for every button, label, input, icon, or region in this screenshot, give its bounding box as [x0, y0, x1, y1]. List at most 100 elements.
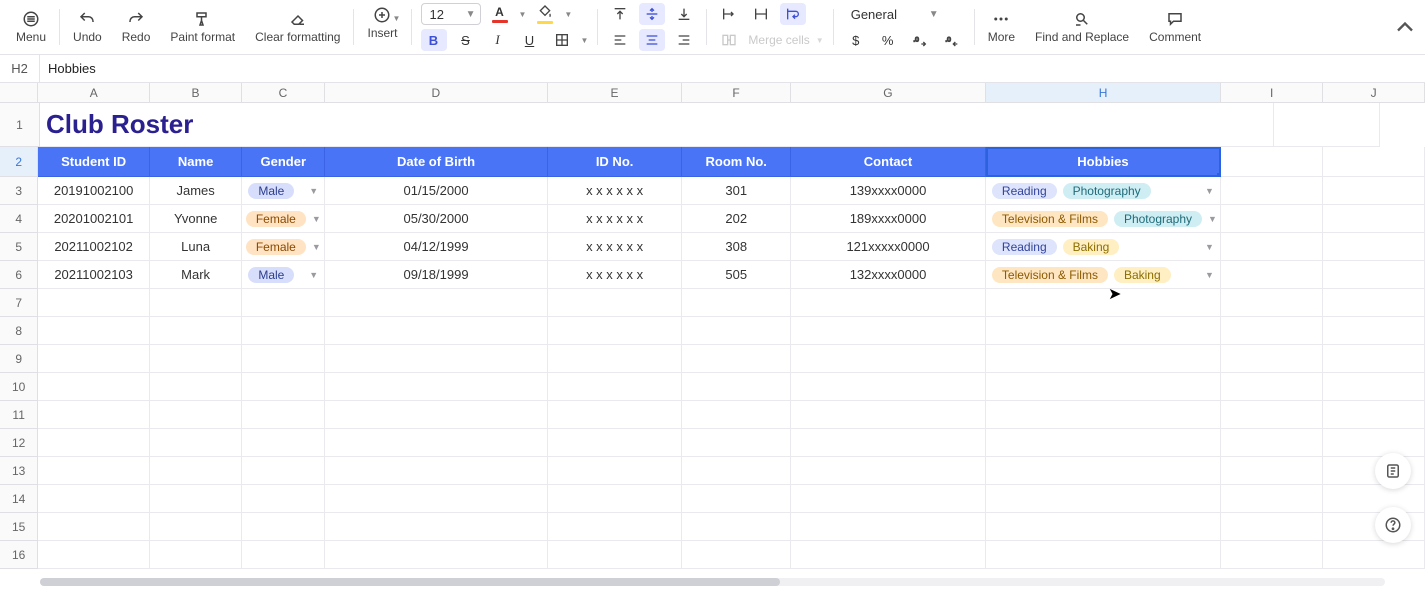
cell[interactable] — [548, 289, 683, 317]
cell-room[interactable]: 202 — [682, 205, 791, 233]
selection-handle[interactable] — [1217, 173, 1221, 177]
cell-contact[interactable]: 121xxxxx0000 — [791, 233, 986, 261]
column-header-H[interactable]: H — [986, 83, 1221, 103]
cell[interactable] — [150, 513, 242, 541]
cell[interactable] — [38, 345, 150, 373]
cell-dob[interactable]: 04/12/1999 — [325, 233, 548, 261]
percent-button[interactable]: % — [875, 29, 901, 51]
align-right-button[interactable] — [671, 29, 697, 51]
cell[interactable] — [150, 541, 242, 569]
cell[interactable] — [791, 373, 986, 401]
cell[interactable] — [986, 541, 1221, 569]
cell[interactable] — [682, 373, 791, 401]
cell[interactable] — [548, 485, 683, 513]
cell[interactable] — [791, 345, 986, 373]
decimal-increase-button[interactable]: .0 — [907, 29, 933, 51]
cell[interactable] — [38, 429, 150, 457]
column-header-G[interactable]: G — [791, 83, 986, 103]
align-center-button[interactable] — [639, 29, 665, 51]
row-header-4[interactable]: 4 — [0, 205, 38, 233]
row-header-11[interactable]: 11 — [0, 401, 38, 429]
currency-button[interactable]: $ — [843, 29, 869, 51]
row-header-7[interactable]: 7 — [0, 289, 38, 317]
cell[interactable] — [1221, 429, 1323, 457]
cell[interactable] — [1221, 485, 1323, 513]
cell-hobbies[interactable]: Television & FilmsPhotography▼ — [986, 205, 1221, 233]
cell[interactable] — [1221, 513, 1323, 541]
cell-room[interactable]: 301 — [682, 177, 791, 205]
cell[interactable] — [242, 457, 325, 485]
cell[interactable] — [1323, 401, 1425, 429]
number-format-select[interactable]: General ▼ — [843, 3, 943, 25]
cell-student-id[interactable]: 20211002103 — [38, 261, 150, 289]
cell[interactable] — [242, 541, 325, 569]
cell-name[interactable]: Mark — [150, 261, 242, 289]
cell[interactable] — [325, 513, 548, 541]
cell-dob[interactable]: 01/15/2000 — [325, 177, 548, 205]
cell[interactable] — [682, 429, 791, 457]
cell[interactable] — [1221, 457, 1323, 485]
cell-dob[interactable]: 05/30/2000 — [325, 205, 548, 233]
menu-button[interactable]: Menu — [6, 10, 56, 44]
cell[interactable] — [1221, 373, 1323, 401]
cell[interactable] — [325, 373, 548, 401]
cell[interactable] — [325, 345, 548, 373]
formula-input[interactable]: Hobbies — [40, 61, 96, 76]
cell[interactable] — [1323, 429, 1425, 457]
row-header-13[interactable]: 13 — [0, 457, 38, 485]
cell[interactable] — [242, 485, 325, 513]
header-cell-name[interactable]: Name — [150, 147, 242, 177]
cell[interactable] — [548, 345, 683, 373]
column-header-E[interactable]: E — [548, 83, 683, 103]
cell-gender[interactable]: Male▼ — [242, 177, 325, 205]
cell-idno[interactable]: x x x x x x — [548, 233, 683, 261]
cell-idno[interactable]: x x x x x x — [548, 205, 683, 233]
cell[interactable] — [682, 289, 791, 317]
chevron-down-icon[interactable]: ▼ — [564, 10, 572, 19]
valign-top-button[interactable] — [607, 3, 633, 25]
horizontal-scrollbar[interactable] — [0, 573, 1425, 591]
header-cell-gender[interactable]: Gender — [242, 147, 325, 177]
cell[interactable] — [38, 401, 150, 429]
cell[interactable] — [150, 401, 242, 429]
cell[interactable] — [325, 429, 548, 457]
row-header-10[interactable]: 10 — [0, 373, 38, 401]
cell[interactable] — [242, 345, 325, 373]
fill-color-button[interactable] — [532, 3, 558, 25]
cell-name[interactable]: Yvonne — [150, 205, 242, 233]
cell[interactable] — [1221, 147, 1323, 177]
cell[interactable] — [791, 401, 986, 429]
cell[interactable] — [1323, 373, 1425, 401]
cell[interactable] — [1221, 233, 1323, 261]
cell[interactable] — [548, 317, 683, 345]
title-cell[interactable]: Club Roster — [40, 103, 1168, 147]
cell[interactable] — [1274, 103, 1380, 147]
cell[interactable] — [242, 317, 325, 345]
cell[interactable] — [791, 429, 986, 457]
font-size-select[interactable]: 12 ▼ — [421, 3, 481, 25]
borders-button[interactable] — [549, 29, 575, 51]
cell[interactable] — [150, 429, 242, 457]
cell[interactable] — [548, 429, 683, 457]
cell-hobbies[interactable]: ReadingBaking▼ — [986, 233, 1221, 261]
cell-contact[interactable]: 132xxxx0000 — [791, 261, 986, 289]
valign-bottom-button[interactable] — [671, 3, 697, 25]
redo-button[interactable]: Redo — [112, 10, 161, 44]
cell[interactable] — [986, 317, 1221, 345]
cell-gender[interactable]: Female▼ — [242, 205, 325, 233]
header-cell-contact[interactable]: Contact — [791, 147, 986, 177]
italic-button[interactable]: I — [485, 29, 511, 51]
column-header-A[interactable]: A — [38, 83, 149, 103]
header-cell-idno[interactable]: ID No. — [548, 147, 683, 177]
text-color-button[interactable]: A — [487, 3, 513, 25]
cell[interactable] — [1323, 261, 1425, 289]
cell[interactable] — [548, 457, 683, 485]
cell-gender[interactable]: Female▼ — [242, 233, 325, 261]
column-header-C[interactable]: C — [242, 83, 325, 103]
column-header-B[interactable]: B — [150, 83, 242, 103]
header-cell-room[interactable]: Room No. — [682, 147, 791, 177]
scrollbar-thumb[interactable] — [40, 578, 780, 586]
column-header-D[interactable]: D — [325, 83, 548, 103]
cell[interactable] — [38, 513, 150, 541]
cell[interactable] — [242, 373, 325, 401]
